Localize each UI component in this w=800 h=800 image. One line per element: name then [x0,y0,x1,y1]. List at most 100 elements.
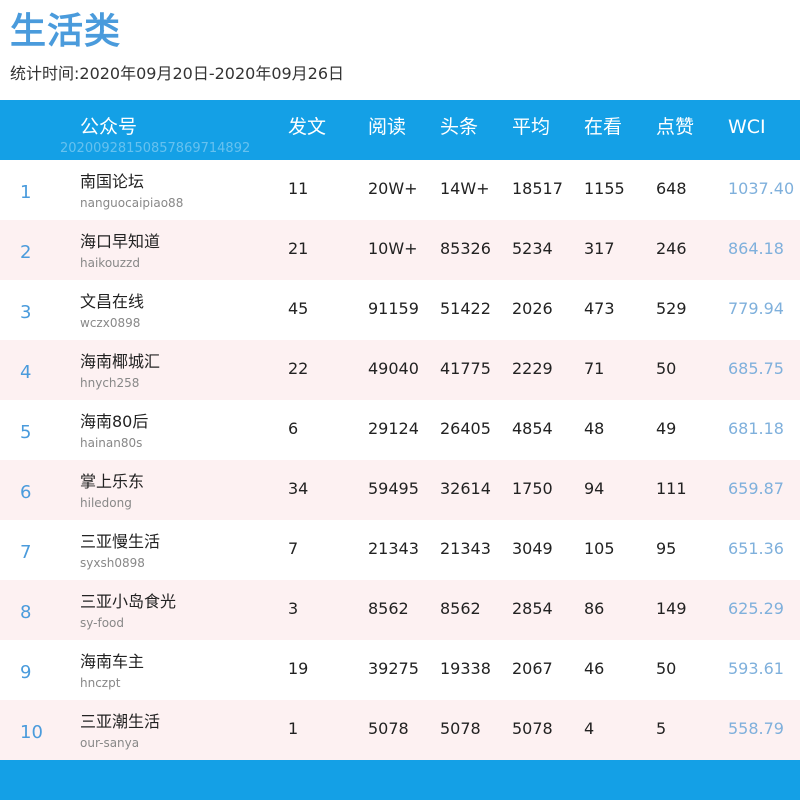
cell-watching: 46 [584,659,605,678]
table-header: 公众号 20200928150857869714892 发文 阅读 头条 平均 … [0,100,800,160]
cell-wci: 558.79 [728,719,784,738]
cell-likes: 111 [656,479,687,498]
cell-likes: 149 [656,599,687,618]
cell-wci: 685.75 [728,359,784,378]
table-row: 10 三亚潮生活 our-sanya 1 5078 5078 5078 4 5 558.79 [0,700,800,760]
cell-headline: 51422 [440,299,491,318]
stat-period: 统计时间:2020年09月20日-2020年09月26日 [10,64,345,83]
cell-likes: 50 [656,659,677,678]
cell-name: 南国论坛 [80,172,145,191]
cell-rank: 7 [20,542,32,563]
footer-bar [0,760,800,800]
cell-name: 海口早知道 [80,232,161,251]
cell-posts: 34 [288,479,309,498]
cell-name: 海南椰城汇 [80,352,161,371]
header-posts: 发文 [288,116,327,138]
cell-average: 5234 [512,239,553,258]
table-row: 6 掌上乐东 hiledong 34 59495 32614 1750 94 111 659.87 [0,460,800,520]
cell-reads: 20W+ [368,179,418,198]
cell-headline: 85326 [440,239,491,258]
cell-rank: 2 [20,242,32,263]
cell-account-id: sy-food [80,616,124,630]
cell-account-id: hnych258 [80,376,140,390]
cell-average: 2854 [512,599,553,618]
cell-name: 三亚小岛食光 [80,592,177,611]
cell-watching: 317 [584,239,615,258]
header-watching: 在看 [584,116,623,138]
cell-headline: 14W+ [440,179,490,198]
cell-posts: 45 [288,299,309,318]
cell-headline: 8562 [440,599,481,618]
cell-likes: 50 [656,359,677,378]
cell-rank: 3 [20,302,32,323]
cell-average: 5078 [512,719,553,738]
cell-rank: 9 [20,662,32,683]
cell-name: 海南80后 [80,412,149,431]
cell-wci: 779.94 [728,299,784,318]
table-row: 3 文昌在线 wczx0898 45 91159 51422 2026 473 529 779.9… [0,280,800,340]
cell-name: 三亚潮生活 [80,712,161,731]
cell-watching: 105 [584,539,615,558]
table-row: 1 南国论坛 nanguocaipiao88 11 20W+ 14W+ 18517 1155 6… [0,160,800,220]
cell-watching: 86 [584,599,605,618]
cell-average: 2229 [512,359,553,378]
cell-rank: 5 [20,422,32,443]
header-watermark: 20200928150857869714892 [60,141,251,156]
cell-watching: 48 [584,419,605,438]
table-row: 4 海南椰城汇 hnych258 22 49040 41775 2229 71 50 685.75 [0,340,800,400]
page-title: 生活类 [10,11,122,52]
cell-headline: 41775 [440,359,491,378]
cell-account-id: haikouzzd [80,256,140,270]
cell-posts: 11 [288,179,309,198]
cell-account-id: hainan80s [80,436,143,450]
cell-account-id: nanguocaipiao88 [80,196,184,210]
header-average: 平均 [512,116,551,138]
cell-reads: 10W+ [368,239,418,258]
cell-reads: 5078 [368,719,409,738]
cell-rank: 8 [20,602,32,623]
cell-wci: 659.87 [728,479,784,498]
cell-headline: 21343 [440,539,491,558]
header-reads: 阅读 [368,116,407,138]
cell-rank: 1 [20,182,32,203]
cell-likes: 529 [656,299,687,318]
cell-posts: 21 [288,239,309,258]
cell-wci: 651.36 [728,539,784,558]
table-row: 2 海口早知道 haikouzzd 21 10W+ 85326 5234 317 246 864.… [0,220,800,280]
cell-likes: 49 [656,419,677,438]
cell-likes: 246 [656,239,687,258]
cell-posts: 6 [288,419,299,438]
cell-posts: 19 [288,659,309,678]
header-headline: 头条 [440,116,479,138]
table-row: 5 海南80后 hainan80s 6 29124 26405 4854 48 49 681.18 [0,400,800,460]
cell-reads: 21343 [368,539,419,558]
cell-rank: 6 [20,482,32,503]
cell-account-id: syxsh0898 [80,556,145,570]
cell-posts: 22 [288,359,309,378]
cell-watching: 71 [584,359,605,378]
header-account: 公众号 [80,116,138,138]
cell-watching: 94 [584,479,605,498]
cell-account-id: hnczpt [80,676,121,690]
cell-average: 4854 [512,419,553,438]
cell-headline: 5078 [440,719,481,738]
cell-wci: 864.18 [728,239,784,258]
cell-average: 2067 [512,659,553,678]
cell-account-id: wczx0898 [80,316,141,330]
cell-account-id: hiledong [80,496,132,510]
cell-watching: 473 [584,299,615,318]
cell-reads: 39275 [368,659,419,678]
table-row: 7 三亚慢生活 syxsh0898 7 21343 21343 3049 105 95 651.3… [0,520,800,580]
cell-wci: 593.61 [728,659,784,678]
cell-likes: 648 [656,179,687,198]
cell-reads: 49040 [368,359,419,378]
cell-posts: 1 [288,719,299,738]
cell-average: 2026 [512,299,553,318]
cell-name: 海南车主 [80,652,145,671]
cell-posts: 7 [288,539,299,558]
cell-wci: 625.29 [728,599,784,618]
cell-name: 三亚慢生活 [80,532,161,551]
cell-headline: 32614 [440,479,491,498]
table-row: 9 海南车主 hnczpt 19 39275 19338 2067 46 50 593.61 [0,640,800,700]
cell-rank: 10 [20,722,43,743]
